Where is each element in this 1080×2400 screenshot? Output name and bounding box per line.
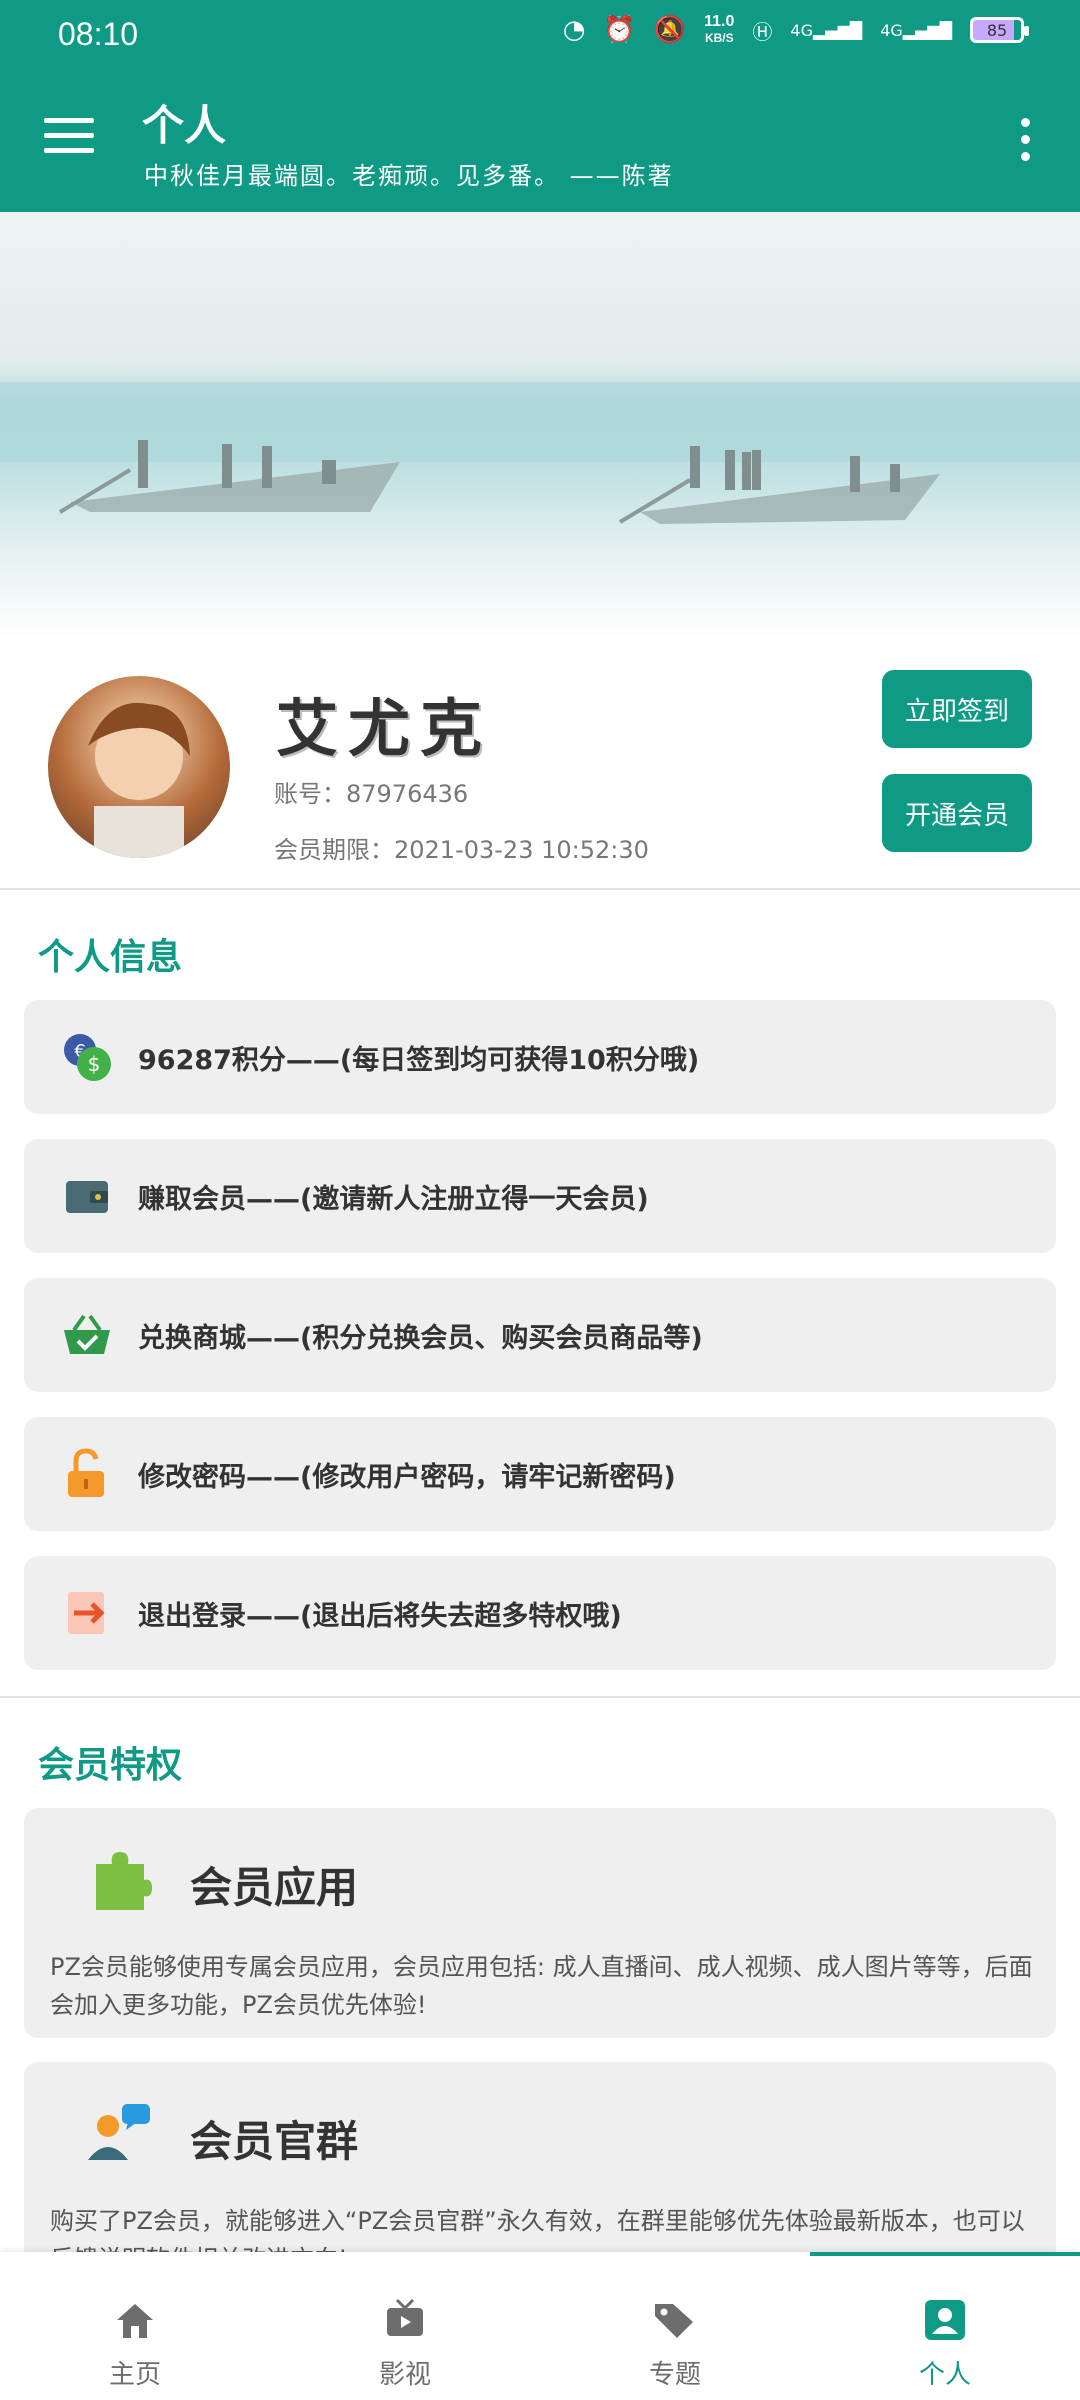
- logout-arrow-icon: [68, 1592, 105, 1634]
- signal-icon-1: 4G▂▄▆█: [790, 20, 863, 40]
- nav-label: 影视: [378, 2360, 431, 2390]
- username: 艾尤克: [276, 692, 493, 765]
- app-bar: 个人 中秋佳月最端圆。老痴顽。见多番。 ——陈著: [0, 70, 1080, 212]
- privilege-card-desc: PZ会员能够使用专属会员应用，会员应用包括: 成人直播间、成人视频、成人图片等等…: [50, 1953, 1033, 2019]
- list-item-shop[interactable]: 兑换商城——(积分兑换会员、购买会员商品等): [24, 1278, 1056, 1392]
- battery-icon: 85: [970, 17, 1029, 43]
- list-item-logout[interactable]: 退出登录——(退出后将失去超多特权哦): [24, 1556, 1056, 1670]
- list-item-label: 兑换商城——(积分兑换会员、购买会员商品等): [138, 1323, 703, 1354]
- top-bar: 08:10 ◔ ⏰ 🔕 11.0 KB/S Ⓗ 4G▂▄▆█ 4G▂▄▆█ 85…: [0, 0, 1080, 212]
- account-number: 账号：87976436: [274, 780, 469, 808]
- svg-text:$: $: [88, 1052, 101, 1076]
- privilege-card-title: 会员应用: [190, 1863, 359, 1912]
- tv-icon: [387, 2298, 423, 2336]
- bottom-navigation: 主页 影视 专题 个人: [0, 2252, 1080, 2400]
- battery-level: 85: [986, 20, 1008, 40]
- page-subtitle: 中秋佳月最端圆。老痴顽。见多番。 ——陈著: [144, 162, 674, 190]
- nav-label: 专题: [648, 2360, 701, 2390]
- list-item-points[interactable]: € $ 96287积分——(每日签到均可获得10积分哦): [24, 1000, 1056, 1114]
- person-icon: [925, 2300, 965, 2340]
- status-icons: ◔ ⏰ 🔕 11.0 KB/S Ⓗ 4G▂▄▆█ 4G▂▄▆█ 85: [562, 14, 1029, 46]
- page-title: 个人: [142, 101, 227, 150]
- menu-icon[interactable]: [44, 118, 94, 154]
- coins-icon: € $: [64, 1034, 111, 1081]
- alarm-icon: ⏰: [603, 15, 636, 45]
- more-options-icon[interactable]: [1010, 116, 1040, 164]
- data-saver-icon: ◔: [562, 15, 586, 45]
- signal-icon-2: 4G▂▄▆█: [880, 20, 952, 40]
- header-banner-image: [0, 212, 1080, 638]
- list-item-label: 退出登录——(退出后将失去超多特权哦): [138, 1601, 622, 1632]
- profile-section: 艾尤克 账号：87976436 会员期限：2021-03-23 10:52:30…: [0, 638, 1080, 888]
- signal-label-1: 4G: [790, 20, 813, 40]
- nav-item-home[interactable]: 主页: [0, 2252, 270, 2400]
- list-item-label: 96287积分——(每日签到均可获得10积分哦): [138, 1045, 700, 1076]
- privilege-card-apps[interactable]: 会员应用 PZ会员能够使用专属会员应用，会员应用包括: 成人直播间、成人视频、成…: [24, 1808, 1056, 2038]
- section-title-privileges: 会员特权: [38, 1745, 183, 1786]
- signal-label-2: 4G: [880, 20, 903, 40]
- nav-item-profile[interactable]: 个人: [810, 2252, 1080, 2400]
- nav-item-video[interactable]: 影视: [270, 2252, 540, 2400]
- home-icon: [117, 2304, 153, 2338]
- list-item-earn-vip[interactable]: 赚取会员——(邀请新人注册立得一天会员): [24, 1139, 1056, 1253]
- divider: [0, 1696, 1080, 1698]
- open-vip-button[interactable]: 开通会员: [882, 774, 1032, 852]
- net-speed: 11.0 KB/S: [704, 14, 734, 46]
- privilege-card-group[interactable]: 会员官群 购买了PZ会员，就能够进入“PZ会员官群”永久有效，在群里能够优先体验…: [24, 2062, 1056, 2262]
- wallet-icon: [66, 1181, 108, 1213]
- section-title-personal-info: 个人信息: [38, 937, 183, 978]
- hd-icon: Ⓗ: [752, 19, 773, 44]
- tags-icon: [655, 2304, 693, 2338]
- mute-icon: 🔕: [653, 15, 687, 45]
- avatar[interactable]: [48, 676, 230, 858]
- net-speed-unit: KB/S: [704, 31, 734, 45]
- basket-icon: [64, 1314, 110, 1354]
- list-item-label: 修改密码——(修改用户密码，请牢记新密码): [138, 1462, 676, 1493]
- divider: [0, 888, 1080, 890]
- checkin-button[interactable]: 立即签到: [882, 670, 1032, 748]
- list-item-label: 赚取会员——(邀请新人注册立得一天会员): [138, 1184, 649, 1215]
- nav-item-topics[interactable]: 专题: [540, 2252, 810, 2400]
- puzzle-icon: [96, 1852, 152, 1910]
- group-chat-icon: [88, 2104, 150, 2160]
- status-time: 08:10: [58, 16, 139, 52]
- nav-label: 主页: [108, 2360, 161, 2390]
- net-speed-value: 11.0: [704, 13, 735, 30]
- vip-expiry: 会员期限：2021-03-23 10:52:30: [274, 836, 649, 864]
- list-item-change-password[interactable]: 修改密码——(修改用户密码，请牢记新密码): [24, 1417, 1056, 1531]
- privilege-card-title: 会员官群: [190, 2117, 359, 2166]
- status-bar: 08:10 ◔ ⏰ 🔕 11.0 KB/S Ⓗ 4G▂▄▆█ 4G▂▄▆█ 85: [0, 0, 1080, 70]
- lock-open-icon: [68, 1448, 104, 1497]
- nav-label: 个人: [918, 2360, 971, 2390]
